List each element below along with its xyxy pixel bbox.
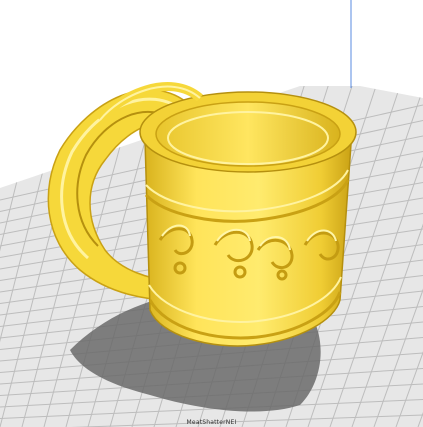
build-plate-scene[interactable] bbox=[0, 0, 423, 427]
3d-viewport[interactable]: MeatShatterNEI bbox=[0, 0, 423, 427]
watermark-text: MeatShatterNEI bbox=[186, 419, 237, 426]
